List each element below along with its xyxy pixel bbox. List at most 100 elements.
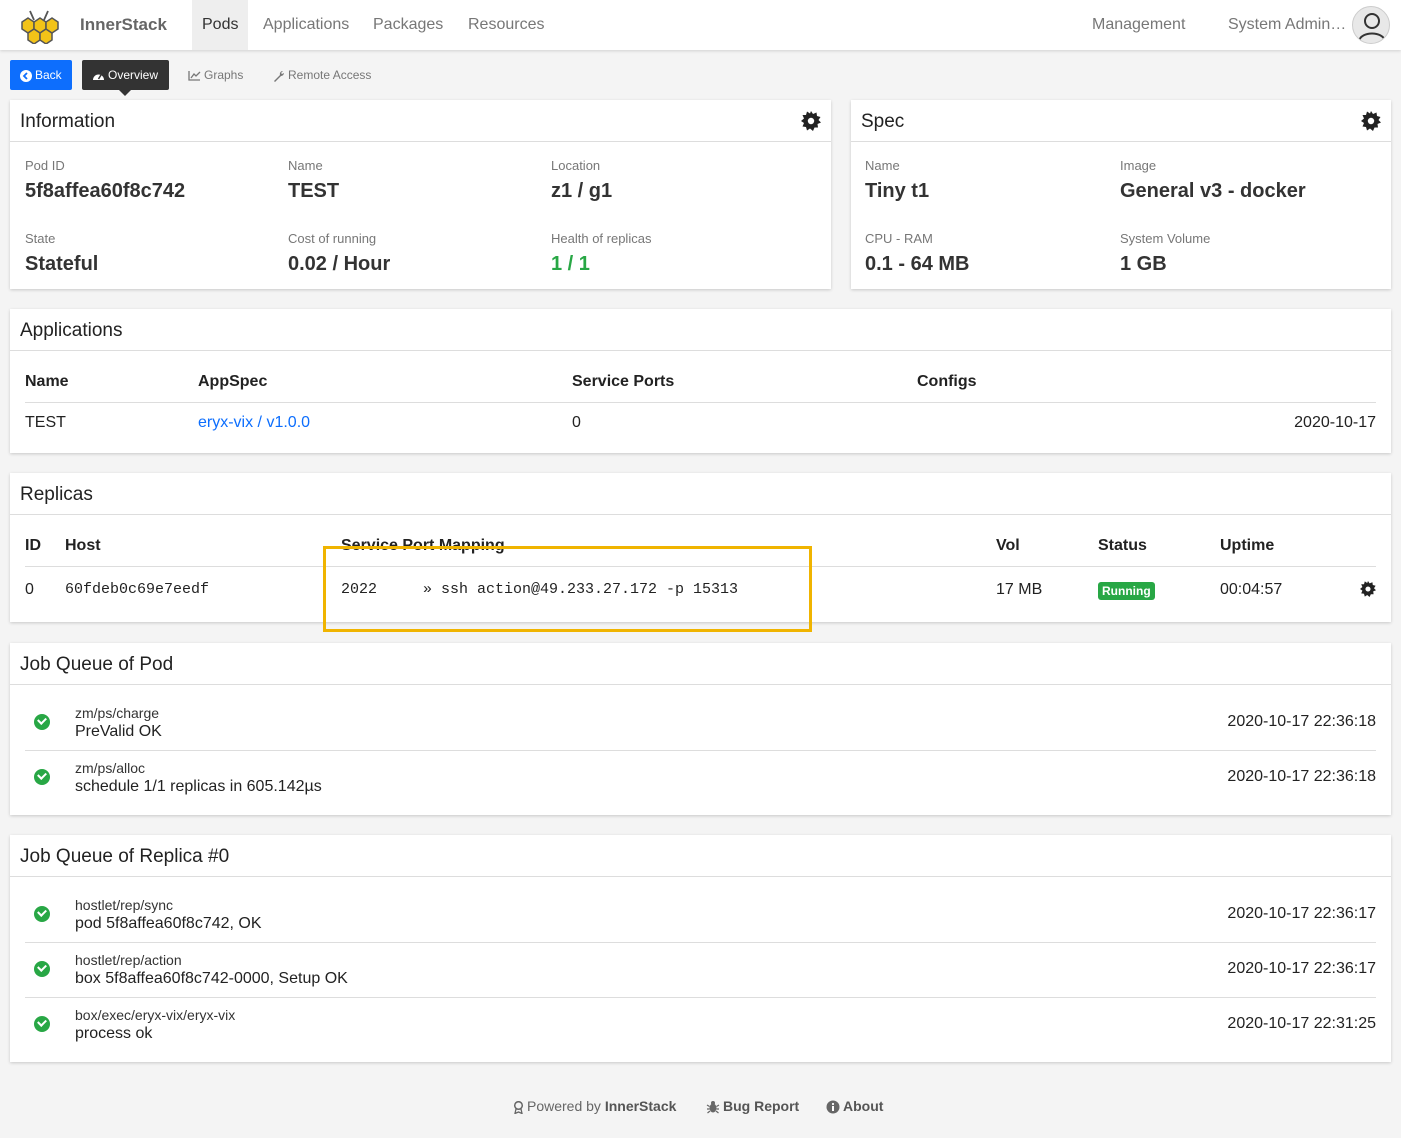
cpu-ram-label: CPU - RAM [865, 231, 933, 246]
job-queue-pod-title: Job Queue of Pod [20, 654, 174, 675]
job-queue-pod-panel: Job Queue of Pod zm/ps/charge PreValid O… [10, 643, 1391, 815]
check-circle-icon [34, 961, 50, 977]
gear-icon[interactable] [801, 111, 821, 131]
powered-by-text: Powered by [527, 1098, 601, 1114]
overview-tab[interactable]: Overview [82, 60, 169, 96]
graphs-label: Graphs [204, 68, 244, 82]
job-message: pod 5f8affea60f8c742, OK [75, 915, 262, 932]
app-name: TEST [25, 414, 66, 431]
top-navbar: InnerStack Pods Applications Packages Re… [0, 0, 1401, 50]
col-configs: Configs [917, 373, 977, 390]
award-icon [513, 1100, 524, 1114]
health-label: Health of replicas [551, 231, 652, 246]
cost-label: Cost of running [288, 231, 377, 246]
divider [25, 402, 1376, 403]
col-appspec: AppSpec [198, 373, 268, 390]
highlight-box [323, 546, 812, 632]
back-label: Back [35, 68, 62, 82]
powered-by-brand: InnerStack [604, 1098, 677, 1114]
check-circle-icon [34, 906, 50, 922]
image-label: Image [1120, 158, 1157, 173]
nav-management[interactable]: Management [1082, 0, 1195, 50]
avatar[interactable] [1352, 6, 1390, 44]
system-volume-label: System Volume [1120, 231, 1211, 246]
col-status: Status [1098, 537, 1147, 554]
col-id: ID [25, 537, 41, 554]
about-label: About [843, 1098, 884, 1114]
appspec-link[interactable]: eryx-vix / v1.0.0 [198, 414, 310, 432]
remote-access-label: Remote Access [288, 68, 372, 82]
job-message: box 5f8affea60f8c742-0000, Setup OK [75, 970, 348, 987]
applications-header: Applications [10, 309, 1391, 351]
job-queue-replica-header: Job Queue of Replica #0 [10, 835, 1391, 877]
gear-icon[interactable] [1361, 111, 1381, 131]
job-message: process ok [75, 1025, 153, 1042]
nav-pods[interactable]: Pods [192, 0, 249, 50]
col-host: Host [65, 537, 101, 554]
job-time: 2020-10-17 22:36:18 [1227, 768, 1376, 785]
applications-panel: Applications Name AppSpec Service Ports … [10, 309, 1391, 453]
information-title: Information [20, 111, 116, 132]
state-value: Stateful [25, 253, 99, 275]
spec-title: Spec [861, 111, 905, 132]
honeycomb-logo-icon[interactable] [12, 8, 64, 44]
job-name: zm/ps/alloc [75, 760, 146, 776]
information-header: Information [10, 100, 831, 142]
job-name: zm/ps/charge [75, 705, 160, 721]
job-time: 2020-10-17 22:36:18 [1227, 713, 1376, 730]
gear-icon[interactable] [1360, 581, 1376, 597]
name-label: Name [288, 158, 323, 173]
brand-name[interactable]: InnerStack [80, 15, 167, 35]
arrow-left-circle-icon [20, 69, 32, 82]
bug-report-label: Bug Report [723, 1098, 800, 1114]
app-ports: 0 [572, 414, 581, 431]
job-queue-replica-panel: Job Queue of Replica #0 hostlet/rep/sync… [10, 835, 1391, 1062]
job-queue-replica-title: Job Queue of Replica #0 [20, 846, 230, 867]
replica-host: 60fdeb0c69e7eedf [65, 581, 210, 598]
pod-id-value: 5f8affea60f8c742 [25, 180, 186, 202]
check-circle-icon [34, 1016, 50, 1032]
powered-by-link[interactable]: Powered by InnerStack [513, 1098, 676, 1114]
system-volume-value: 1 GB [1120, 253, 1167, 275]
bug-icon [706, 1101, 720, 1114]
state-label: State [25, 231, 56, 246]
user-icon [1358, 13, 1386, 42]
job-queue-pod-header: Job Queue of Pod [10, 643, 1391, 685]
replicas-header: Replicas [10, 473, 1391, 515]
remote-access-tab[interactable]: Remote Access [273, 60, 371, 90]
col-name: Name [25, 373, 69, 390]
line-chart-icon [188, 71, 201, 81]
status-badge: Running [1098, 582, 1155, 600]
col-service-ports: Service Ports [572, 373, 675, 390]
spec-header: Spec [851, 100, 1391, 142]
spec-panel: Spec Name Tiny t1 Image General v3 - doc… [851, 100, 1391, 289]
back-button[interactable]: Back [10, 60, 72, 90]
spec-name-label: Name [865, 158, 900, 173]
job-name: hostlet/rep/sync [75, 897, 174, 913]
nav-resources[interactable]: Resources [458, 0, 554, 50]
location-label: Location [551, 158, 601, 173]
name-value: TEST [288, 180, 340, 202]
user-menu[interactable]: System Administrator [1218, 0, 1358, 50]
job-time: 2020-10-17 22:31:25 [1227, 1015, 1376, 1032]
bug-report-link[interactable]: Bug Report [706, 1098, 799, 1114]
job-name: hostlet/rep/action [75, 952, 182, 968]
dashboard-icon [93, 74, 104, 80]
divider [25, 750, 1376, 751]
col-uptime: Uptime [1220, 537, 1275, 554]
about-link[interactable]: About [826, 1098, 883, 1114]
replica-uptime: 00:04:57 [1220, 581, 1283, 598]
replica-id: 0 [25, 581, 34, 598]
job-message: schedule 1/1 replicas in 605.142µs [75, 778, 322, 795]
information-panel: Information Pod ID 5f8affea60f8c742 Name… [10, 100, 831, 289]
divider [25, 997, 1376, 998]
overview-label: Overview [108, 68, 159, 82]
graphs-tab[interactable]: Graphs [188, 60, 243, 90]
job-time: 2020-10-17 22:36:17 [1227, 960, 1376, 977]
replica-vol: 17 MB [996, 581, 1043, 598]
job-name: box/exec/eryx-vix/eryx-vix [75, 1007, 236, 1023]
nav-packages[interactable]: Packages [363, 0, 453, 50]
wrench-icon [274, 70, 284, 82]
nav-applications[interactable]: Applications [253, 0, 359, 50]
col-vol: Vol [996, 537, 1020, 554]
